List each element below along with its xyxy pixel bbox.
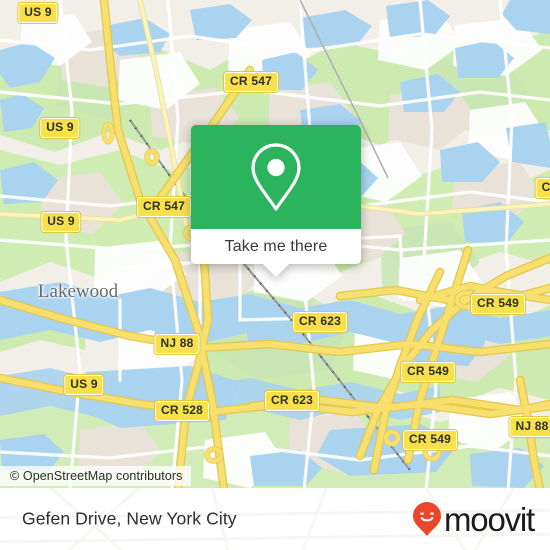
road-shield: CR 547 [136,196,192,218]
location-popup-card[interactable]: Take me there [191,125,361,277]
map-pin-icon [251,143,301,211]
road-shield: CR 547 [223,71,279,93]
road-shield: CR 623 [292,311,348,333]
osm-attribution[interactable]: © OpenStreetMap contributors [0,466,191,486]
road-shield: CR 549 [400,361,456,383]
road-shield: C [534,177,550,199]
moovit-pin-icon [413,502,441,536]
road-shield: US 9 [17,2,59,24]
road-shield: NJ 88 [153,333,201,355]
popup-pointer-tail [263,264,289,277]
place-name-label: Gefen Drive, New York City [22,508,237,529]
road-shield: NJ 88 [508,416,550,438]
place-label: Lakewood [37,281,119,302]
footer-bar: Gefen Drive, New York City moovit [0,488,550,550]
road-shield: CR 528 [154,400,210,422]
road-shield: CR 623 [264,390,320,412]
road-shield: US 9 [63,374,105,396]
road-shield: CR 549 [402,429,458,451]
road-shield: CR 549 [470,293,526,315]
moovit-wordmark: moovit [444,500,535,538]
take-me-there-button[interactable]: Take me there [225,238,328,256]
road-shield: US 9 [39,117,81,139]
road-shield: US 9 [40,211,82,233]
popup-action-area[interactable]: Take me there [191,229,361,277]
moovit-map-screen: Lakewood US 9 US 9 CR 547 CR 547 US 9 CR 549 C… [0,0,550,550]
popup-icon-area [191,125,361,229]
moovit-logo[interactable]: moovit [412,500,535,538]
